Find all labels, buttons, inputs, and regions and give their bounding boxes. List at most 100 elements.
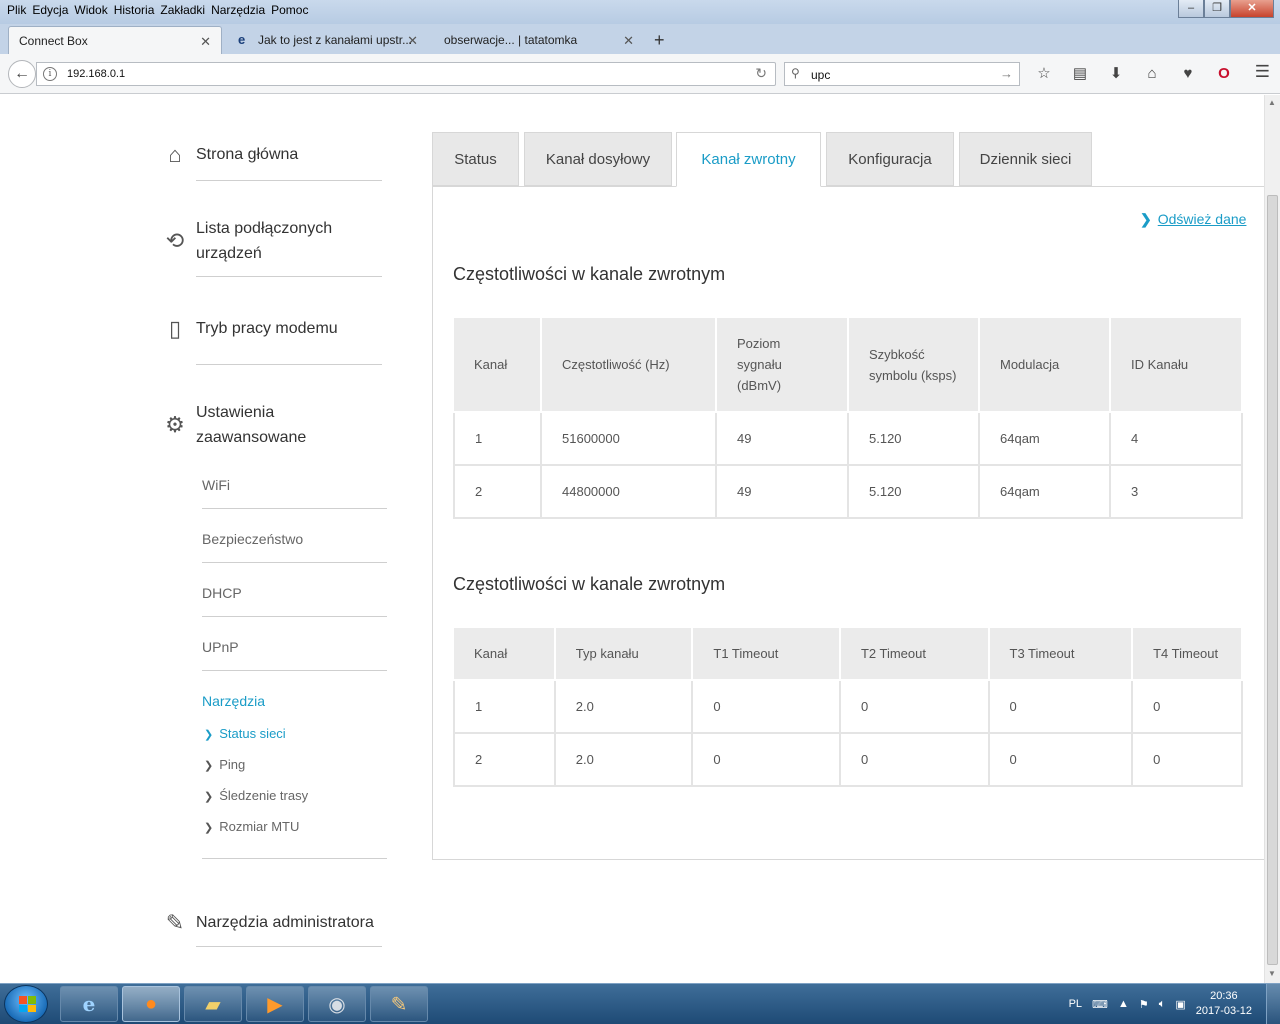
scroll-thumb[interactable] (1267, 195, 1278, 965)
table-row: 1 2.0 0 0 0 0 (453, 679, 1243, 734)
taskbar-sound-recorder-icon[interactable]: ◉ (308, 986, 366, 1022)
new-tab-button[interactable]: + (654, 30, 665, 51)
sidebar-sub-upnp[interactable]: UPnP (202, 639, 239, 655)
taskbar-ie-icon[interactable]: e (60, 986, 118, 1022)
sidebar-divider (196, 946, 382, 947)
search-go-icon[interactable]: → (1000, 66, 1013, 81)
volume-icon[interactable]: 🔈︎ (1159, 998, 1166, 1011)
menu-historia[interactable]: Historia (111, 0, 158, 20)
taskbar-explorer-icon[interactable]: ▰ (184, 986, 242, 1022)
sidebar-sub-wifi[interactable]: WiFi (202, 477, 230, 493)
tool-label: Rozmiar MTU (219, 819, 300, 834)
sidebar-divider (202, 562, 387, 563)
table-cell: 1 (453, 411, 542, 466)
tab-kanaly[interactable]: e Jak to jest z kanałami upstr... ✕ (228, 26, 428, 54)
taskbar-media-player-icon[interactable]: ▶ (246, 986, 304, 1022)
refresh-data-link[interactable]: ❯ Odśwież dane (1140, 211, 1246, 228)
search-input[interactable]: ⚲ upc → (784, 62, 1020, 86)
tool-item-network-status[interactable]: ❯ Status sieci (204, 726, 286, 741)
tray-expand-icon[interactable]: ▲ (1118, 998, 1129, 1010)
refresh-label: Odśwież dane (1157, 211, 1247, 227)
tab-label: Jak to jest z kanałami upstr... (258, 33, 413, 47)
table-cell: 64qam (978, 464, 1111, 519)
windows-logo-icon (19, 996, 36, 1012)
download-icon[interactable]: ⬇ (1102, 62, 1130, 86)
minimize-button[interactable]: – (1178, 0, 1204, 18)
table-row: 1 51600000 49 5.120 64qam 4 (453, 411, 1243, 466)
table-cell: 49 (715, 411, 849, 466)
table-cell: 2.0 (553, 679, 694, 734)
menu-zakladki[interactable]: Zakładki (157, 0, 208, 20)
table-cell: 2 (453, 464, 542, 519)
sidebar-item-home[interactable]: ⌂ Strona główna (160, 142, 298, 168)
scroll-up-arrow-icon[interactable]: ▲ (1268, 98, 1276, 107)
hamburger-menu-icon[interactable]: ☰ (1255, 62, 1270, 82)
search-value[interactable]: upc (811, 68, 830, 82)
reload-icon[interactable]: ↻ (755, 65, 767, 82)
back-button[interactable]: ← (8, 60, 36, 88)
tool-item-traceroute[interactable]: ❯ Śledzenie trasy (204, 788, 308, 803)
close-tab-icon[interactable]: ✕ (200, 34, 211, 50)
sidebar-item-devices[interactable]: ⟲ Lista podłączonych urządzeń (160, 216, 356, 266)
tab-upstream[interactable]: Kanał zwrotny (676, 132, 821, 187)
taskbar-firefox-icon[interactable]: ● (122, 986, 180, 1022)
close-tab-icon[interactable]: ✕ (623, 33, 634, 49)
network-icon[interactable]: ▣ (1175, 998, 1185, 1011)
sidebar-sub-security[interactable]: Bezpieczeństwo (202, 531, 303, 547)
modem-icon: ▯ (168, 316, 182, 341)
reading-list-icon[interactable]: ▤ (1066, 62, 1094, 86)
table-cell: 49 (715, 464, 849, 519)
language-indicator[interactable]: PL (1069, 998, 1082, 1010)
sidebar-divider (202, 858, 387, 859)
clock[interactable]: 20:36 2017-03-12 (1196, 989, 1252, 1019)
pocket-icon[interactable]: ♥ (1174, 62, 1202, 86)
sidebar-sub-dhcp[interactable]: DHCP (202, 585, 242, 601)
column-header: Kanał (454, 628, 556, 681)
menu-plik[interactable]: Plik (4, 0, 29, 20)
tab-status[interactable]: Status (432, 132, 519, 186)
menu-widok[interactable]: Widok (71, 0, 110, 20)
table-cell: 1 (453, 679, 556, 734)
scroll-down-arrow-icon[interactable]: ▼ (1268, 969, 1276, 978)
opera-icon[interactable]: O (1210, 62, 1238, 86)
tool-item-ping[interactable]: ❯ Ping (204, 757, 245, 772)
sidebar-item-advanced[interactable]: ⚙ Ustawienia zaawansowane (160, 400, 326, 450)
action-center-flag-icon[interactable]: ⚑ (1139, 998, 1149, 1011)
tool-item-mtu[interactable]: ❯ Rozmiar MTU (204, 819, 299, 834)
close-window-button[interactable]: ✕ (1230, 0, 1274, 18)
start-button[interactable] (4, 985, 48, 1023)
info-icon[interactable]: i (43, 67, 57, 81)
menu-edycja[interactable]: Edycja (29, 0, 71, 20)
navigation-toolbar: i 192.168.0.1 ↻ ← ⚲ upc → ☆ ▤ ⬇ ⌂ ♥ O (0, 54, 1280, 94)
sidebar-item-modem-mode[interactable]: ▯ Tryb pracy modemu (160, 316, 338, 342)
tab-obserwacje[interactable]: obserwacje... | tatatomka ✕ (434, 26, 644, 54)
tab-downstream[interactable]: Kanał dosyłowy (524, 132, 672, 186)
clock-time: 20:36 (1210, 990, 1238, 1002)
home-icon[interactable]: ⌂ (1138, 62, 1166, 86)
url-bar[interactable]: i 192.168.0.1 ↻ (36, 62, 776, 86)
table-cell: 0 (1131, 732, 1243, 787)
tab-connect-box[interactable]: Connect Box ✕ (8, 26, 222, 54)
page-scrollbar[interactable]: ▲ ▼ (1264, 95, 1280, 983)
tab-configuration[interactable]: Konfiguracja (826, 132, 954, 186)
section-title-timeouts: Częstotliwości w kanale zwrotnym (453, 574, 726, 594)
url-text[interactable]: 192.168.0.1 (67, 68, 125, 80)
table-cell: 0 (691, 732, 841, 787)
taskbar-paint-icon[interactable]: ✎ (370, 986, 428, 1022)
toolbar-icons: ☆ ▤ ⬇ ⌂ ♥ O (1030, 62, 1238, 86)
tab-bar: Connect Box ✕ e Jak to jest z kanałami u… (0, 24, 1280, 54)
table-row: 2 44800000 49 5.120 64qam 3 (453, 464, 1243, 519)
keyboard-icon[interactable]: ⌨ (1092, 998, 1108, 1011)
tool-label: Ping (219, 757, 246, 772)
maximize-button[interactable]: ❐ (1204, 0, 1230, 18)
sidebar-divider (196, 180, 382, 181)
sidebar-modem-label: Tryb pracy modemu (196, 320, 338, 337)
sidebar-item-admin-tools[interactable]: ✎ Narzędzia administratora (160, 910, 374, 936)
bookmark-star-icon[interactable]: ☆ (1030, 62, 1058, 86)
close-tab-icon[interactable]: ✕ (407, 33, 418, 49)
menu-pomoc[interactable]: Pomoc (268, 0, 311, 20)
sidebar-sub-tools[interactable]: Narzędzia (202, 693, 265, 709)
tab-network-log[interactable]: Dziennik sieci (959, 132, 1092, 186)
show-desktop-button[interactable] (1266, 984, 1280, 1024)
menu-narzedzia[interactable]: Narzędzia (208, 0, 268, 20)
